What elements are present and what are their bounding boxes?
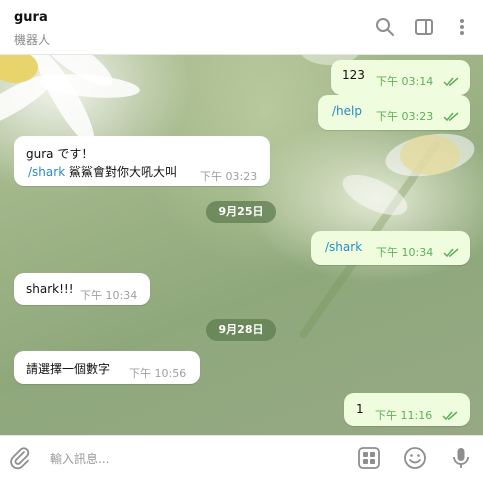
chat-area[interactable]: 123 下午 03:14 /help 下午 03:23 gura です！ /sh… [0,55,483,435]
message-time: 下午 03:14 [376,75,434,88]
message-incoming[interactable]: 請選擇一個數字 下午 10:56 [14,351,200,384]
attach-icon[interactable] [8,446,32,470]
message-input[interactable]: 輸入訊息... [50,450,109,467]
petal-decoration [336,166,414,224]
message-text: 123 [342,68,365,82]
double-check-icon [443,112,459,122]
chat-subtitle: 機器人 [14,33,51,47]
message-time: 下午 11:16 [375,409,433,422]
double-check-icon [443,248,459,258]
flower-center-decoration [400,135,460,175]
message-composer: 輸入訊息... [0,435,483,479]
emoji-icon[interactable] [403,446,427,470]
message-meta: 下午 11:16 [375,407,458,423]
message-incoming[interactable]: gura です！ /shark 鯊鯊會對你大吼大叫 下午 03:23 [14,136,270,186]
message-incoming[interactable]: shark!!! 下午 10:34 [14,273,150,305]
bot-command-link[interactable]: /shark [28,165,65,179]
message-time: 下午 03:23 [376,110,434,123]
bot-keyboard-icon[interactable] [357,446,381,470]
chat-title[interactable]: gura [14,10,48,25]
sidebar-toggle-icon[interactable] [413,16,435,38]
message-meta: 下午 03:14 [376,73,459,89]
message-time: 下午 03:23 [200,170,258,183]
message-text: 請選擇一個數字 [26,362,111,376]
message-text: 1 [356,402,364,416]
date-separator: 9月25日 [206,201,276,223]
message-meta: 下午 10:34 [376,244,459,260]
double-check-icon [443,77,459,87]
more-vertical-icon[interactable] [451,16,473,38]
message-outgoing[interactable]: /help 下午 03:23 [318,95,470,130]
date-separator: 9月28日 [206,319,276,341]
search-icon[interactable] [374,16,396,38]
message-text-line: /shark 鯊鯊會對你大吼大叫 [28,163,177,180]
chat-header: gura 機器人 [0,0,483,55]
message-meta: 下午 03:23 [376,108,459,124]
double-check-icon [442,411,458,421]
message-outgoing[interactable]: /shark 下午 10:34 [311,231,470,265]
bot-command-link[interactable]: /help [332,104,362,118]
message-text: gura です！ [26,147,94,161]
message-text: 鯊鯊會對你大吼大叫 [65,165,177,179]
message-text: shark!!! [26,282,74,296]
message-outgoing[interactable]: 1 下午 11:16 [344,393,470,426]
message-time: 下午 10:56 [129,367,187,380]
message-time: 下午 10:34 [376,246,434,259]
message-outgoing[interactable]: 123 下午 03:14 [331,60,470,95]
bot-command-link[interactable]: /shark [325,240,362,254]
message-time: 下午 10:34 [80,289,138,302]
microphone-icon[interactable] [449,446,473,470]
